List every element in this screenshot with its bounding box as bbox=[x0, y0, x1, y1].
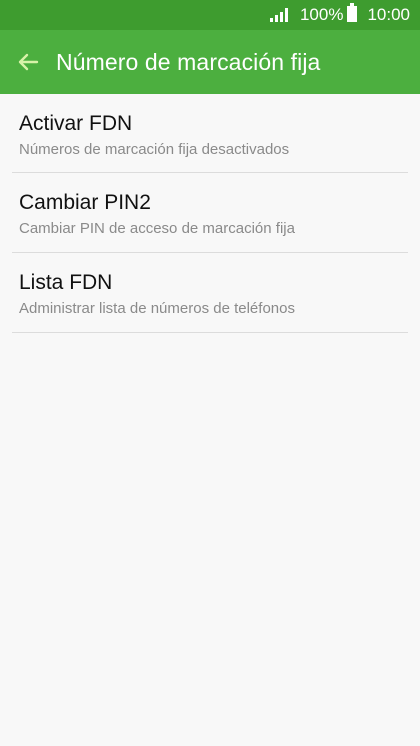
list-item-subtitle: Administrar lista de números de teléfono… bbox=[19, 300, 295, 317]
list-item-activar-fdn[interactable]: Activar FDN Números de marcación fija de… bbox=[12, 94, 408, 173]
list-item-title: Activar FDN bbox=[19, 112, 133, 135]
battery-icon bbox=[347, 3, 358, 22]
list-item-title: Cambiar PIN2 bbox=[19, 191, 151, 214]
app-bar: Número de marcación fija bbox=[0, 30, 420, 94]
signal-icon bbox=[269, 8, 288, 22]
arrow-left-icon[interactable] bbox=[16, 50, 40, 74]
status-bar: 100% 10:00 bbox=[0, 0, 420, 30]
list-item-subtitle: Números de marcación fija desactivados bbox=[19, 141, 290, 158]
settings-list: Activar FDN Números de marcación fija de… bbox=[0, 94, 420, 333]
list-item-subtitle: Cambiar PIN de acceso de marcación fija bbox=[19, 220, 295, 237]
battery-percent: 100% bbox=[299, 5, 344, 24]
screen: 100% 10:00 Número de marcación fija Acti… bbox=[0, 0, 420, 746]
list-item-lista-fdn[interactable]: Lista FDN Administrar lista de números d… bbox=[12, 253, 408, 333]
page-title: Número de marcación fija bbox=[56, 48, 321, 75]
status-time: 10:00 bbox=[367, 5, 410, 24]
list-item-cambiar-pin2[interactable]: Cambiar PIN2 Cambiar PIN de acceso de ma… bbox=[12, 173, 408, 253]
list-item-title: Lista FDN bbox=[19, 271, 113, 294]
